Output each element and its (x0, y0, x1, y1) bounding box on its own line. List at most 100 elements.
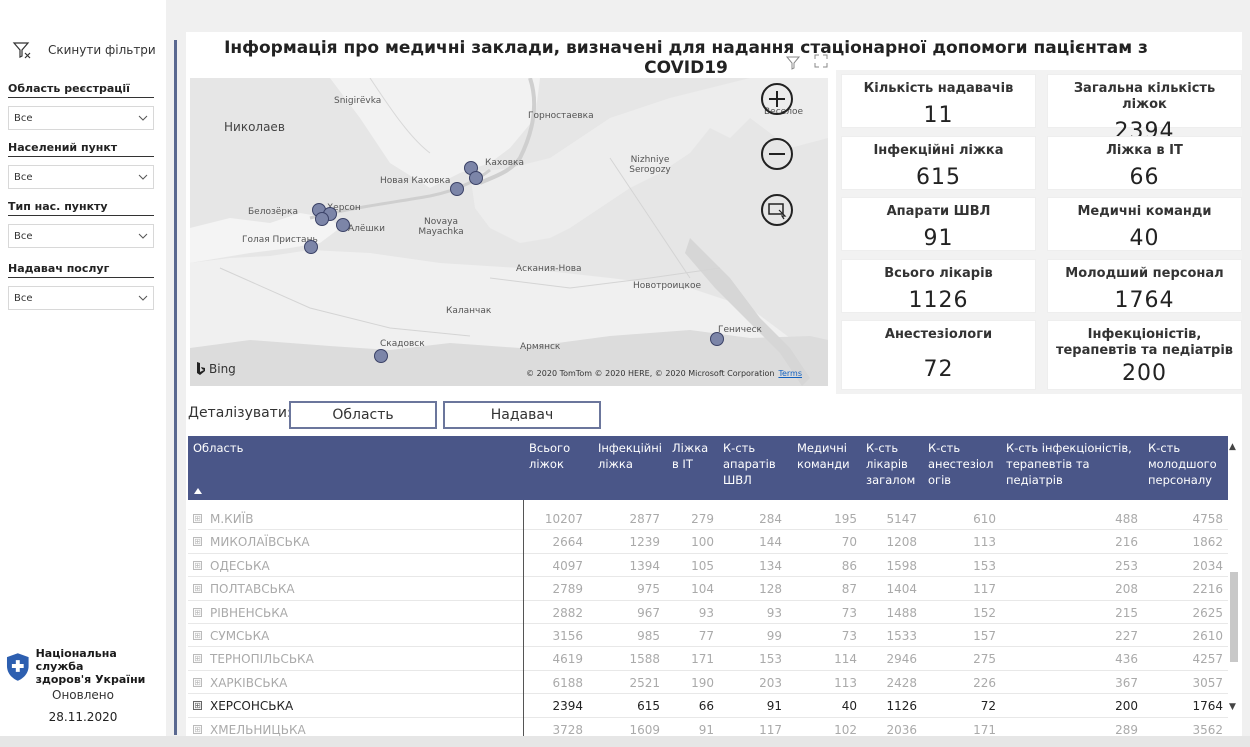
expand-row-icon[interactable]: ⊞ (193, 560, 202, 570)
table-row[interactable]: ⊞ ХМЕЛЬНИЦЬКА 3728 1609 91 117 102 2036 171 289 35… (188, 718, 1228, 736)
map-marker[interactable] (374, 349, 388, 363)
table-row[interactable]: ⊞ М.КИЇВ 10207 2877 279 284 195 5147 610 488 4758 (188, 507, 1228, 531)
table-cell: 114 (834, 652, 857, 667)
drill-region-button[interactable]: Область (289, 401, 437, 429)
column-header-infectious-beds[interactable]: Інфекційні ліжка (598, 440, 668, 472)
table-cell: 967 (637, 605, 660, 620)
table-cell-region: ОДЕСЬКА (210, 558, 270, 573)
filter-settlement-select[interactable]: Все (8, 165, 154, 189)
table-cell: 104 (691, 582, 714, 597)
map-label: Каланчак (446, 306, 492, 316)
table-cell: 2216 (1192, 582, 1223, 597)
filter-settlement-type-value: Все (14, 230, 33, 242)
table-cell: 2521 (629, 675, 660, 690)
table-row[interactable]: ⊞ ПОЛТАВСЬКА 2789 975 104 128 87 1404 117 208 2216 (188, 577, 1228, 601)
kpi-label: Кількість надавачів (863, 81, 1014, 96)
scroll-thumb[interactable] (1230, 572, 1238, 662)
table-cell: 3057 (1192, 675, 1223, 690)
expand-row-icon[interactable]: ⊞ (193, 537, 202, 547)
table-cell: 87 (841, 582, 857, 597)
expand-row-icon[interactable]: ⊞ (193, 654, 202, 664)
expand-row-icon[interactable]: ⊞ (193, 631, 202, 640)
kpi-label: Інфекціоністів, терапевтів та педіатрів (1055, 327, 1234, 358)
filter-region-title: Область реєстрації (8, 82, 154, 98)
map-label: Аскания-Нова (516, 264, 582, 274)
table-row[interactable]: ⊞ ХЕРСОНСЬКА 2394 615 66 91 40 1126 72 200 1764 (188, 694, 1228, 718)
column-header-region[interactable]: Область (193, 440, 513, 456)
table-cell: 190 (691, 675, 714, 690)
table-row[interactable]: ⊞ ХАРКІВСЬКА 6188 2521 190 203 113 2428 226 367 30… (188, 671, 1228, 695)
table-cell: 171 (973, 722, 996, 736)
map-visual[interactable]: Николаев Snigirёvka Горностаевка Веселое… (190, 78, 828, 386)
column-header-doctors[interactable]: К-сть лікарів загалом (866, 440, 926, 488)
column-header-anesthesiologists[interactable]: К-сть анестезіол огів (928, 440, 998, 488)
table-cell: 488 (1115, 512, 1138, 526)
table-cell-region: ТЕРНОПІЛЬСЬКА (210, 652, 314, 667)
map-marker[interactable] (469, 171, 483, 185)
kpi-card: Анестезіологи 72 (841, 320, 1036, 390)
map-select-button[interactable] (761, 194, 793, 226)
table-cell: 91 (698, 722, 714, 736)
shield-cross-icon (6, 652, 29, 681)
drill-provider-button[interactable]: Надавач (443, 401, 601, 429)
column-header-icu-beds[interactable]: Ліжка в ІТ (672, 440, 717, 472)
reset-filters-button[interactable]: Скинути фільтри (12, 40, 156, 60)
table-cell: 2036 (886, 722, 917, 736)
focus-mode-icon[interactable] (814, 54, 828, 68)
table-row[interactable]: ⊞ ОДЕСЬКА 4097 1394 105 134 86 1598 153 253 2034 (188, 554, 1228, 578)
filter-settlement-value: Все (14, 171, 33, 183)
filter-settlement-type-select[interactable]: Все (8, 224, 154, 248)
filter-region-value: Все (14, 112, 33, 124)
table-row[interactable]: ⊞ СУМСЬКА 3156 985 77 99 73 1533 157 227 2610 (188, 624, 1228, 648)
table-cell: 2610 (1192, 629, 1223, 643)
expand-row-icon[interactable]: ⊞ (193, 724, 202, 734)
expand-row-icon[interactable]: ⊞ (193, 701, 202, 711)
column-header-med-teams[interactable]: Медичні команди (797, 440, 861, 472)
table-row[interactable]: ⊞ РІВНЕНСЬКА 2882 967 93 93 73 1488 152 215 2625 (188, 601, 1228, 624)
table-cell: 275 (973, 652, 996, 667)
table-cell: 216 (1115, 535, 1138, 550)
table-cell: 10207 (544, 512, 583, 526)
table-cell: 105 (691, 558, 714, 573)
table-cell: 2625 (1192, 605, 1223, 620)
table-cell: 6188 (552, 675, 583, 690)
sort-ascending-icon[interactable] (194, 488, 202, 494)
expand-row-icon[interactable]: ⊞ (193, 514, 202, 523)
kpi-card: Молодший персонал 1764 (1047, 259, 1242, 313)
table-cell: 144 (759, 535, 782, 550)
table-cell: 93 (698, 605, 714, 620)
map-marker[interactable] (336, 218, 350, 232)
table-row[interactable]: ⊞ МИКОЛАЇВСЬКА 2664 1239 100 144 70 1208 113 216 1… (188, 530, 1228, 554)
bing-logo: Bing (196, 362, 236, 376)
zoom-in-button[interactable] (761, 83, 793, 115)
map-label: Алёшки (348, 224, 385, 234)
filter-icon[interactable] (786, 56, 800, 70)
updated-label: Оновлено (52, 688, 114, 702)
column-header-ventilators[interactable]: К-сть апаратів ШВЛ (723, 440, 789, 488)
map-marker[interactable] (315, 212, 329, 226)
table-cell: 3562 (1192, 722, 1223, 736)
column-header-specialists[interactable]: К-сть інфекціоністів, терапевтів та педі… (1006, 440, 1144, 488)
expand-row-icon[interactable]: ⊞ (193, 677, 202, 687)
kpi-label: Ліжка в ІТ (1106, 143, 1183, 158)
expand-row-icon[interactable]: ⊞ (193, 584, 202, 594)
map-marker[interactable] (710, 332, 724, 346)
map-marker[interactable] (450, 182, 464, 196)
column-header-total-beds[interactable]: Всього ліжок (529, 440, 589, 472)
table-row[interactable]: ⊞ ТЕРНОПІЛЬСЬКА 4619 1588 171 153 114 2946 275 43… (188, 647, 1228, 671)
expand-row-icon[interactable]: ⊞ (193, 607, 202, 617)
map-marker[interactable] (304, 240, 318, 254)
kpi-value: 91 (923, 226, 954, 251)
column-header-junior-staff[interactable]: К-сть молодшого персоналу (1148, 440, 1224, 488)
table-cell: 117 (973, 582, 996, 597)
kpi-value: 1126 (908, 288, 969, 313)
scroll-down-icon[interactable]: ▼ (1229, 702, 1236, 712)
kpi-value: 1764 (1114, 288, 1175, 313)
zoom-out-button[interactable] (761, 138, 793, 170)
table-cell: 4097 (552, 558, 583, 573)
scroll-up-icon[interactable]: ▲ (1229, 442, 1236, 452)
filter-provider-select[interactable]: Все (8, 286, 154, 310)
table-scrollbar[interactable]: ▲ ▼ (1228, 440, 1240, 736)
terms-link[interactable]: Terms (778, 369, 802, 378)
filter-region-select[interactable]: Все (8, 106, 154, 130)
